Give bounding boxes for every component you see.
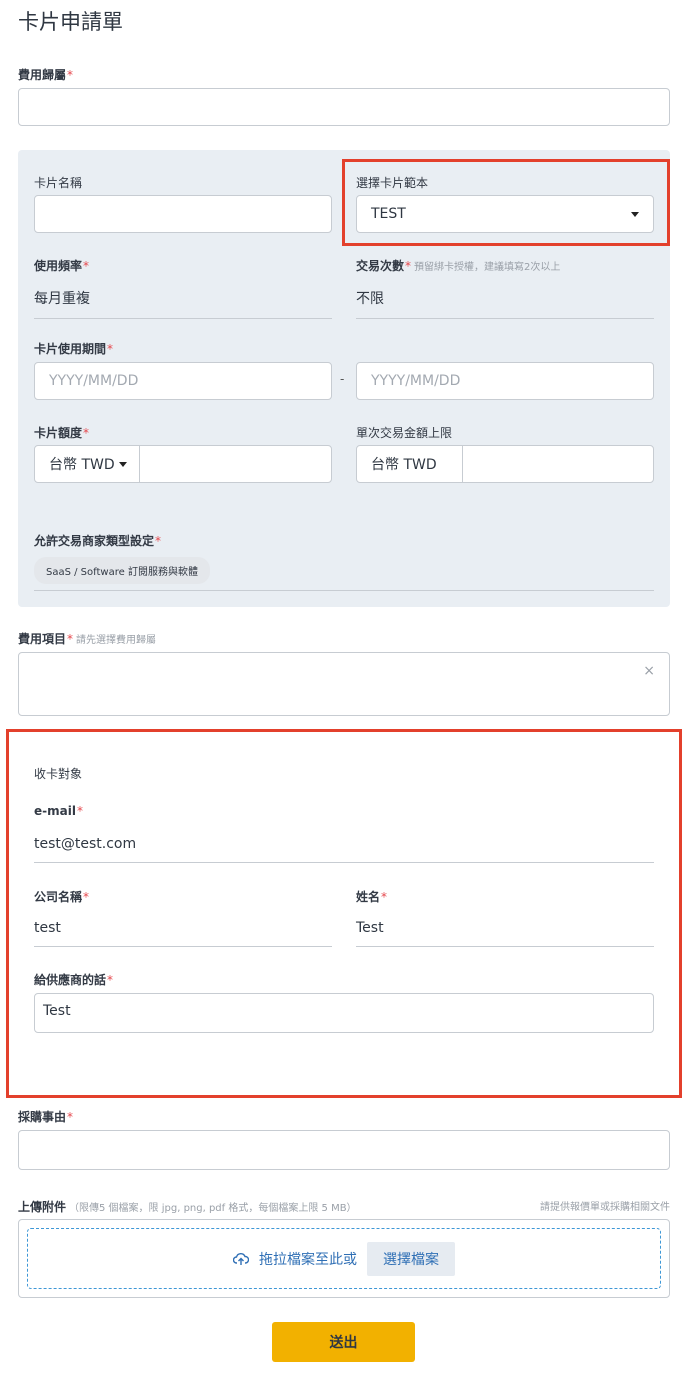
frequency-value[interactable]: 每月重複 — [34, 288, 332, 319]
clear-icon[interactable]: × — [643, 663, 655, 679]
submit-button[interactable]: 送出 — [272, 1322, 415, 1362]
name-label: 姓名* — [356, 890, 388, 904]
chevron-down-icon — [118, 461, 127, 467]
limit-amount-input[interactable] — [140, 446, 331, 482]
email-input[interactable]: test@test.com — [34, 836, 654, 863]
expense-item-hint: 請先選擇費用歸屬 — [76, 635, 157, 646]
expense-category-input[interactable] — [18, 88, 670, 126]
email-label: e-mail* — [34, 804, 83, 818]
upload-drop-text: 拖拉檔案至此或 — [259, 1251, 357, 1268]
template-select-value: TEST — [371, 206, 406, 222]
frequency-label: 使用頻率* — [34, 259, 90, 273]
single-limit-input-group: 台幣 TWD — [356, 445, 654, 483]
chevron-down-icon — [631, 211, 639, 217]
limit-input-group: 台幣 TWD — [34, 445, 332, 483]
transactions-hint: 預留綁卡授權，建議填寫2次以上 — [414, 262, 561, 273]
page-title: 卡片申請單 — [18, 10, 123, 34]
merchant-type-chip[interactable]: SaaS / Software 訂閱服務與軟體 — [34, 557, 210, 584]
period-start-placeholder: YYYY/MM/DD — [49, 373, 139, 389]
message-label: 給供應商的話* — [34, 973, 114, 987]
expense-category-label: 費用歸屬* — [18, 68, 74, 82]
template-label: 選擇卡片範本 — [356, 176, 429, 190]
purchase-reason-input[interactable] — [18, 1130, 670, 1170]
name-input[interactable]: Test — [356, 920, 654, 947]
cloud-upload-icon — [233, 1252, 249, 1265]
expense-item-label: 費用項目* 請先選擇費用歸屬 — [18, 632, 157, 646]
period-end-placeholder: YYYY/MM/DD — [371, 373, 461, 389]
card-name-label: 卡片名稱 — [34, 176, 83, 190]
message-textarea[interactable]: Test — [34, 993, 654, 1033]
recipient-heading: 收卡對象 — [34, 767, 83, 781]
upload-dropzone[interactable]: 拖拉檔案至此或 選擇檔案 — [27, 1228, 661, 1289]
limit-currency-select[interactable]: 台幣 TWD — [35, 446, 140, 482]
choose-file-button[interactable]: 選擇檔案 — [367, 1241, 455, 1276]
recipient-panel — [18, 740, 670, 1085]
template-select[interactable]: TEST — [356, 195, 654, 233]
attachments-hint: （限傳5 個檔案，限 jpg, png, pdf 格式，每個檔案上限 5 MB） — [69, 1203, 357, 1214]
attachments-label: 上傳附件 （限傳5 個檔案，限 jpg, png, pdf 格式，每個檔案上限 5… — [18, 1200, 357, 1214]
company-label: 公司名稱* — [34, 890, 90, 904]
transactions-value[interactable]: 不限 — [356, 288, 654, 319]
purchase-reason-label: 採購事由* — [18, 1110, 74, 1124]
single-limit-label: 單次交易金額上限 — [356, 426, 453, 440]
company-input[interactable]: test — [34, 920, 332, 947]
card-name-input[interactable] — [34, 195, 332, 233]
merchant-types-field[interactable]: SaaS / Software 訂閱服務與軟體 — [34, 557, 654, 591]
single-limit-currency: 台幣 TWD — [357, 446, 463, 482]
merchant-types-label: 允許交易商家類型設定* — [34, 534, 162, 548]
limit-label: 卡片額度* — [34, 426, 90, 440]
attachments-right-hint: 請提供報價單或採購相關文件 — [540, 1202, 670, 1213]
single-limit-amount-input[interactable] — [463, 446, 653, 482]
limit-currency-value: 台幣 TWD — [49, 457, 115, 473]
period-separator: - — [340, 372, 345, 386]
period-end-input[interactable]: YYYY/MM/DD — [356, 362, 654, 400]
period-start-input[interactable]: YYYY/MM/DD — [34, 362, 332, 400]
transactions-label: 交易次數* 預留綁卡授權，建議填寫2次以上 — [356, 259, 561, 273]
period-label: 卡片使用期間* — [34, 342, 114, 356]
expense-item-select[interactable]: × — [18, 652, 670, 716]
